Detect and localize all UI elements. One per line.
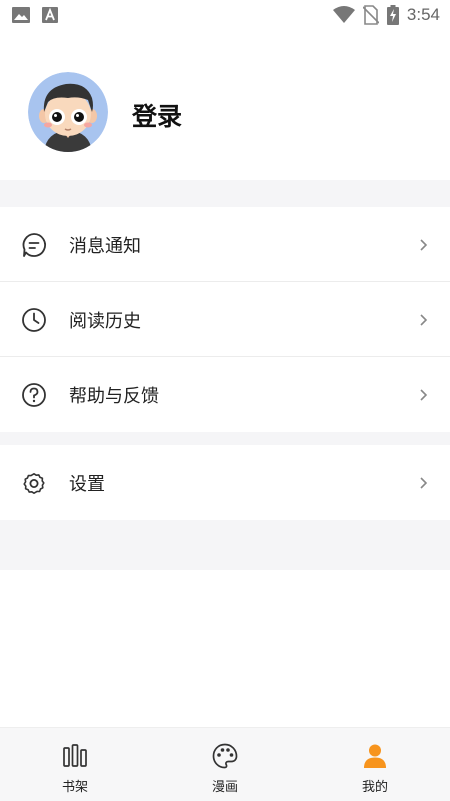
profile-header[interactable]: 登录 xyxy=(0,32,450,180)
clock-icon xyxy=(22,307,46,332)
message-icon xyxy=(22,232,46,257)
nav-item-mine[interactable]: 我的 xyxy=(300,728,450,801)
menu-item-label: 设置 xyxy=(69,473,105,495)
person-icon xyxy=(364,744,386,768)
nav-label: 漫画 xyxy=(211,780,238,795)
wifi-icon xyxy=(332,6,355,23)
chevron-right-icon xyxy=(420,313,428,326)
section-gap xyxy=(0,180,450,207)
help-icon xyxy=(22,382,46,407)
status-bar: 3:54 xyxy=(0,0,450,32)
nav-item-bookshelf[interactable]: 书架 xyxy=(0,728,150,801)
bookshelf-icon xyxy=(63,744,87,767)
section-gap xyxy=(0,520,450,570)
bottom-nav: 书架 漫画 我的 xyxy=(0,727,450,801)
avatar[interactable] xyxy=(28,72,108,152)
battery-charging-icon xyxy=(386,5,399,25)
status-time: 3:54 xyxy=(406,5,440,24)
login-label[interactable]: 登录 xyxy=(132,97,182,133)
no-sim-icon xyxy=(362,5,379,25)
palette-icon xyxy=(212,743,238,769)
image-icon xyxy=(12,7,30,23)
chevron-right-icon xyxy=(420,238,428,251)
menu-item-notifications[interactable]: 消息通知 xyxy=(0,207,450,282)
menu-item-label: 帮助与反馈 xyxy=(69,385,159,407)
nav-label: 书架 xyxy=(61,780,88,795)
section-gap xyxy=(0,432,450,445)
menu-item-help-feedback[interactable]: 帮助与反馈 xyxy=(0,357,450,432)
chevron-right-icon xyxy=(420,388,428,401)
menu-item-label: 阅读历史 xyxy=(69,310,141,332)
menu-item-label: 消息通知 xyxy=(69,235,141,257)
nav-item-comics[interactable]: 漫画 xyxy=(150,728,300,801)
menu-item-history[interactable]: 阅读历史 xyxy=(0,282,450,357)
chevron-right-icon xyxy=(420,476,428,489)
nav-label: 我的 xyxy=(361,780,388,795)
menu-item-settings[interactable]: 设置 xyxy=(0,445,450,520)
text-a-icon xyxy=(42,7,58,23)
gear-icon xyxy=(23,472,45,494)
